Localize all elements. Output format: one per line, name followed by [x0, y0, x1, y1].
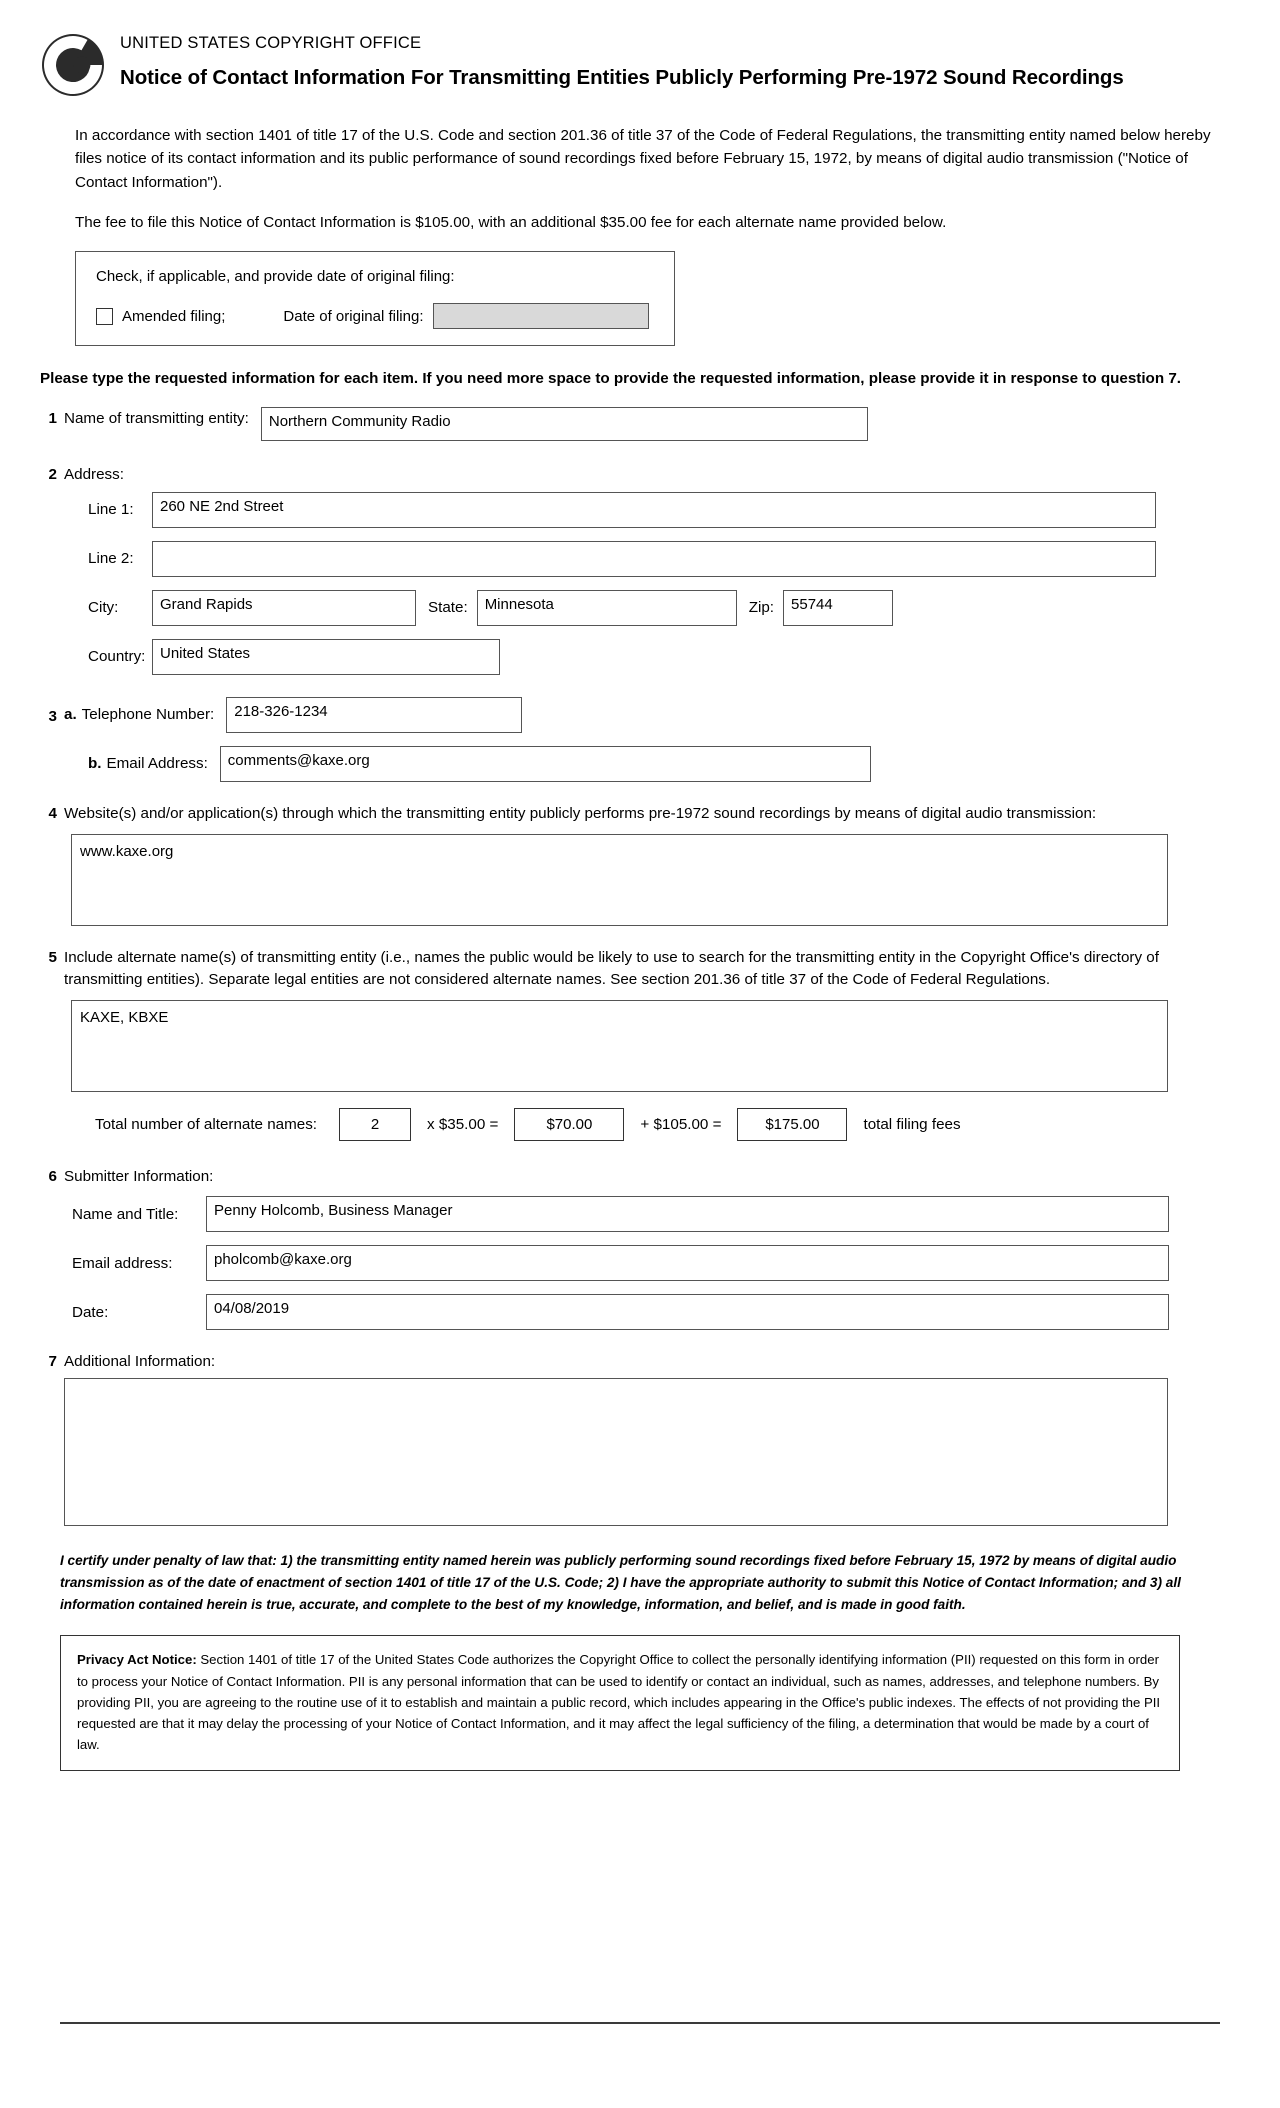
alternate-name-subtotal-input[interactable]: $70.00 [514, 1108, 625, 1142]
telephone-input[interactable]: 218-326-1234 [226, 696, 523, 733]
entity-name-input[interactable]: Northern Community Radio [260, 406, 868, 441]
footer-divider [60, 2022, 1220, 2024]
item-3a: 3 a. Telephone Number: 218-326-1234 [40, 696, 1240, 733]
submitter-email-label: Email address: [72, 1254, 173, 1272]
item-2: 2 Address: [40, 463, 1240, 483]
amended-filing-checkbox[interactable] [96, 307, 113, 325]
fee-calculation-row: Total number of alternate names: 2 x $35… [40, 1108, 1240, 1142]
item-5-label: Include alternate name(s) of transmittin… [64, 948, 1159, 989]
item-3-number: 3 [48, 707, 57, 725]
submitter-name-label: Name and Title: [72, 1205, 179, 1223]
address-country-row: Country: United States [40, 638, 1240, 675]
item-3b: b. Email Address: comments@kaxe.org [40, 745, 1240, 782]
address-city-state-zip-row: City: Grand Rapids State: Minnesota Zip:… [40, 589, 1240, 626]
item-1-label: Name of transmitting entity: [64, 409, 249, 427]
address-city-label: City: [88, 599, 119, 617]
logo-container [40, 28, 114, 98]
alternate-names-textarea[interactable]: KAXE, KBXE [71, 1000, 1168, 1093]
address-state-input[interactable]: Minnesota [476, 589, 737, 626]
address-line2-input[interactable] [152, 540, 1156, 577]
submitter-date-row: Date: 04/08/2019 [40, 1294, 1240, 1331]
item-2-label: Address: [64, 465, 124, 483]
privacy-act-heading: Privacy Act Notice: [77, 1652, 197, 1668]
form-body: In accordance with section 1401 of title… [0, 124, 1280, 1772]
item-3b-marker: b. [88, 755, 102, 773]
original-filing-date-input[interactable] [433, 303, 650, 329]
submitter-date-label: Date: [72, 1303, 109, 1321]
item-4-label: Website(s) and/or application(s) through… [64, 804, 1097, 822]
intro-section: In accordance with section 1401 of title… [40, 124, 1240, 234]
address-line2-row: Line 2: [40, 540, 1240, 577]
item-3a-marker: a. [64, 706, 77, 724]
item-6-label: Submitter Information: [64, 1168, 214, 1186]
total-filing-fee-input[interactable]: $175.00 [737, 1108, 848, 1142]
office-name: UNITED STATES COPYRIGHT OFFICE [120, 34, 422, 52]
item-6-number: 6 [48, 1168, 57, 1186]
item-7: 7 Additional Information: [40, 1350, 1240, 1370]
item-1: 1 Name of transmitting entity: Northern … [40, 406, 1240, 441]
submitter-date-input[interactable]: 04/08/2019 [206, 1294, 1169, 1331]
item-3b-spacer [64, 762, 88, 765]
item-2-number: 2 [48, 465, 57, 483]
submitter-name-row: Name and Title: Penny Holcomb, Business … [40, 1196, 1240, 1233]
additional-information-textarea[interactable] [64, 1378, 1168, 1527]
address-zip-label: Zip: [748, 599, 775, 617]
amended-filing-label: Amended filing; [122, 307, 226, 325]
item-5: 5 Include alternate name(s) of transmitt… [40, 946, 1240, 993]
item-4-number: 4 [48, 804, 57, 822]
websites-textarea[interactable]: www.kaxe.org [71, 833, 1168, 926]
amended-filing-prompt: Check, if applicable, and provide date o… [96, 268, 455, 285]
header-text: UNITED STATES COPYRIGHT OFFICE Notice of… [114, 28, 1124, 92]
address-state-label: State: [428, 599, 468, 617]
address-zip-input[interactable]: 55744 [783, 589, 894, 626]
certification-statement: I certify under penalty of law that: 1) … [60, 1553, 1181, 1612]
original-filing-date-label: Date of original filing: [283, 307, 424, 325]
item-6: 6 Submitter Information: [40, 1165, 1240, 1185]
form-page: UNITED STATES COPYRIGHT OFFICE Notice of… [0, 0, 1280, 2108]
total-filing-fee-suffix: total filing fees [863, 1116, 961, 1134]
item-7-label: Additional Information: [64, 1353, 216, 1371]
alternate-name-count-input[interactable]: 2 [339, 1108, 412, 1142]
intro-paragraph-1: In accordance with section 1401 of title… [75, 127, 1211, 191]
address-country-label: Country: [88, 648, 146, 666]
address-country-input[interactable]: United States [152, 638, 500, 675]
address-line1-input[interactable]: 260 NE 2nd Street [152, 491, 1156, 528]
page-title: Notice of Contact Information For Transm… [120, 65, 1124, 89]
item-5-number: 5 [48, 948, 57, 966]
privacy-act-notice: Privacy Act Notice: Section 1401 of titl… [60, 1635, 1180, 1772]
page-header: UNITED STATES COPYRIGHT OFFICE Notice of… [0, 0, 1280, 98]
contact-email-input[interactable]: comments@kaxe.org [219, 745, 871, 782]
item-3a-label: Telephone Number: [81, 706, 215, 724]
privacy-act-body: Section 1401 of title 17 of the United S… [77, 1652, 1161, 1752]
address-line1-label: Line 1: [88, 501, 134, 519]
item-7-number: 7 [48, 1353, 57, 1371]
submitter-email-row: Email address: pholcomb@kaxe.org [40, 1245, 1240, 1282]
address-line2-label: Line 2: [88, 550, 134, 568]
intro-paragraph-2: The fee to file this Notice of Contact I… [75, 213, 947, 231]
item-3b-label: Email Address: [106, 755, 208, 773]
address-line1-row: Line 1: 260 NE 2nd Street [40, 491, 1240, 528]
alternate-name-count-label: Total number of alternate names: [95, 1116, 318, 1134]
base-fee-label: + $105.00 = [640, 1116, 722, 1134]
typing-instruction: Please type the requested information fo… [40, 370, 1181, 387]
item-4: 4 Website(s) and/or application(s) throu… [40, 802, 1240, 826]
item-1-number: 1 [48, 409, 57, 427]
amended-filing-row: Amended filing; Date of original filing: [96, 303, 674, 329]
copyright-c-logo-icon [42, 34, 104, 96]
fee-multiplier-label: x $35.00 = [427, 1116, 499, 1134]
submitter-email-input[interactable]: pholcomb@kaxe.org [206, 1245, 1169, 1282]
submitter-name-input[interactable]: Penny Holcomb, Business Manager [206, 1196, 1169, 1233]
address-city-input[interactable]: Grand Rapids [152, 589, 416, 626]
amended-filing-box: Check, if applicable, and provide date o… [75, 251, 675, 346]
